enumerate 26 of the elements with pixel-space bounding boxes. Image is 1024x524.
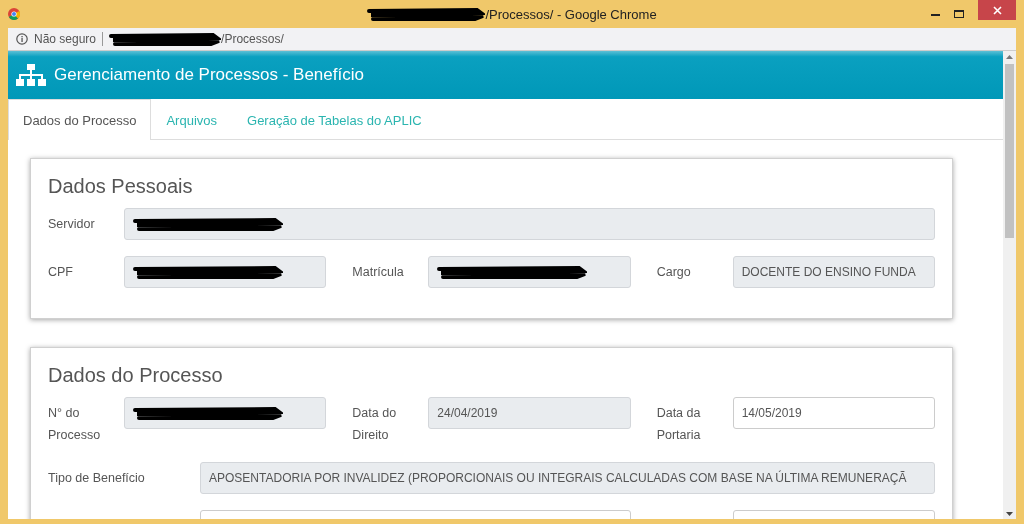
minimize-icon[interactable] <box>931 12 940 16</box>
field-label: N° do Processo <box>48 405 102 444</box>
browser-icon <box>8 8 20 20</box>
info-icon[interactable] <box>16 33 28 45</box>
card-title: Dados do Processo <box>48 364 224 387</box>
field-label: Servidor <box>48 216 96 233</box>
field-label: Data do Direito <box>352 405 398 444</box>
field-label: CPF <box>48 264 74 281</box>
input-field[interactable]: 14/05/2019 <box>732 397 935 429</box>
scroll-down-icon[interactable] <box>1006 511 1013 516</box>
card-title: Dados Pessoais <box>48 175 194 198</box>
security-label[interactable]: Não seguro <box>34 32 97 46</box>
field-label: Matrícula <box>352 264 405 281</box>
scrollbar[interactable] <box>1003 51 1016 519</box>
window-title: /Processos/ - Google Chrome <box>485 6 657 22</box>
url-field[interactable]: /Processos/ <box>109 32 284 46</box>
close-icon <box>992 5 1002 15</box>
scroll-up-icon[interactable] <box>1006 54 1013 59</box>
close-button[interactable] <box>978 0 1016 20</box>
sitemap-icon <box>16 64 46 86</box>
app-title: Gerenciamento de Processos - Benefício <box>54 65 364 85</box>
field-label: Cargo <box>656 264 692 281</box>
tab[interactable]: Dados do Processo <box>8 99 152 140</box>
field-label: Tipo de Benefício <box>48 470 146 487</box>
maximize-icon[interactable] <box>954 10 964 18</box>
field-label: Data da Portaria <box>656 405 702 444</box>
